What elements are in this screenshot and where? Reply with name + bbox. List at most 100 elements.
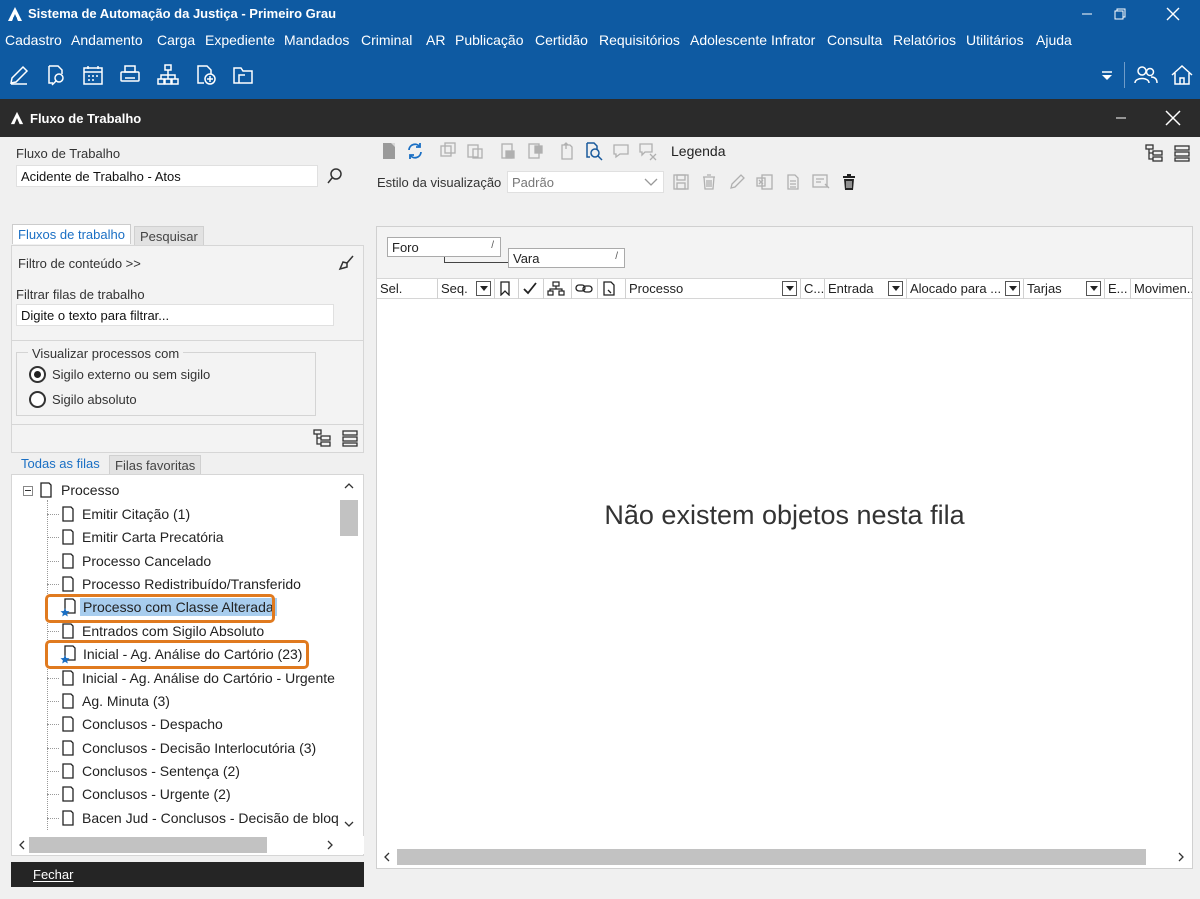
tree-item-conclusos-urgente[interactable]: Conclusos - Urgente (2) (60, 783, 234, 805)
col-processo[interactable]: Processo (626, 279, 801, 299)
toolbar-hierarchy-button[interactable] (155, 62, 181, 88)
filtrar-filas-input[interactable]: Digite o texto para filtrar... (16, 304, 334, 326)
col-bookmark[interactable] (495, 279, 519, 299)
menu-certidao[interactable]: Certidão (535, 32, 588, 48)
col-e[interactable]: E... (1105, 279, 1131, 299)
tree-item-conclusos-despacho[interactable]: Conclusos - Despacho (60, 713, 226, 735)
estilo-select[interactable]: Padrão (507, 171, 664, 193)
col-link[interactable] (572, 279, 598, 299)
toolbar-edit-button[interactable] (6, 62, 32, 88)
list-view-button[interactable] (340, 428, 360, 448)
col-entrada[interactable]: Entrada (825, 279, 907, 299)
col-c[interactable]: C... (801, 279, 825, 299)
restore-button[interactable] (1097, 0, 1143, 28)
col-entrada-filter[interactable] (888, 281, 903, 296)
tab-todas-as-filas[interactable]: Todas as filas (16, 454, 105, 473)
grid-hscroll-thumb[interactable] (397, 849, 1146, 865)
menu-andamento[interactable]: Andamento (71, 32, 143, 48)
save-view-button[interactable] (670, 171, 692, 193)
radio-sigilo-externo[interactable] (29, 366, 46, 383)
right-list-view-button[interactable] (1171, 142, 1193, 164)
workflow-close-button[interactable] (1150, 104, 1196, 132)
group-vara[interactable]: Vara / (508, 248, 625, 268)
tree-item-inicial-analise-cartorio-urgente[interactable]: Inicial - Ag. Análise do Cartório - Urge… (60, 667, 338, 689)
new-queue-button[interactable] (378, 140, 400, 162)
tree-view-button[interactable] (312, 428, 332, 448)
tree-vscroll-thumb[interactable] (340, 500, 358, 536)
tree-item-conclusos-decisao-interlocutoria[interactable]: Conclusos - Decisão Interlocutória (3) (60, 737, 319, 759)
col-tarjas[interactable]: Tarjas (1024, 279, 1105, 299)
tree-item-ag-minuta[interactable]: Ag. Minuta (3) (60, 690, 173, 712)
tab-pesquisar[interactable]: Pesquisar (134, 226, 204, 247)
close-app-button[interactable] (1150, 0, 1196, 28)
menu-mandados[interactable]: Mandados (284, 32, 349, 48)
tree-item-processo-redistribuido[interactable]: Processo Redistribuído/Transferido (60, 573, 304, 595)
tree-item-conclusos-sentenca[interactable]: Conclusos - Sentença (2) (60, 760, 243, 782)
radio-sigilo-absoluto[interactable] (29, 391, 46, 408)
toolbar-action-1[interactable] (437, 140, 459, 162)
toolbar-folder-button[interactable] (230, 62, 256, 88)
menu-cadastro[interactable]: Cadastro (5, 32, 62, 48)
delete-view-button[interactable] (698, 171, 720, 193)
toolbar-users-button[interactable] (1133, 62, 1159, 88)
tree-item-emitir-citacao[interactable]: Emitir Citação (1) (60, 503, 193, 525)
group-foro[interactable]: Foro / (387, 237, 501, 257)
fluxo-input[interactable]: Acidente de Trabalho - Atos (16, 165, 318, 187)
col-sel[interactable]: Sel. (377, 279, 438, 299)
toolbar-print-button[interactable] (117, 62, 143, 88)
tab-fluxos-de-trabalho[interactable]: Fluxos de trabalho (12, 224, 131, 244)
toolbar-comment-button[interactable] (610, 140, 632, 162)
col-tarjas-filter[interactable] (1086, 281, 1101, 296)
tree-hscroll-thumb[interactable] (29, 837, 267, 853)
col-alocado-para[interactable]: Alocado para ... (907, 279, 1024, 299)
menu-carga[interactable]: Carga (157, 32, 195, 48)
filtro-conteudo-toggle[interactable]: Filtro de conteúdo >> (18, 256, 141, 271)
radio-sigilo-absoluto-label[interactable]: Sigilo absoluto (52, 392, 137, 407)
tree-item-emitir-carta-precatoria[interactable]: Emitir Carta Precatória (60, 526, 227, 548)
tree-item-processo-cancelado[interactable]: Processo Cancelado (60, 550, 214, 572)
toolbar-add-document-button[interactable] (193, 62, 219, 88)
menu-consulta[interactable]: Consulta (827, 32, 882, 48)
fechar-button[interactable]: Fechar (11, 862, 364, 887)
col-check[interactable] (519, 279, 544, 299)
toolbar-action-2[interactable] (464, 140, 486, 162)
toolbar-search-button[interactable] (43, 62, 69, 88)
menu-ajuda[interactable]: Ajuda (1036, 32, 1072, 48)
col-movimentacao[interactable]: Movimen... (1131, 279, 1192, 299)
tab-filas-favoritas[interactable]: Filas favoritas (109, 455, 202, 476)
tree-vertical-scrollbar[interactable] (339, 478, 359, 830)
edit-view-button[interactable] (726, 171, 748, 193)
col-hierarchy[interactable] (544, 279, 572, 299)
right-tree-view-button[interactable] (1143, 142, 1165, 164)
menu-requisitorios[interactable]: Requisitórios (599, 32, 680, 48)
workflow-minimize-button[interactable] (1098, 104, 1144, 132)
fluxo-search-button[interactable] (326, 167, 346, 187)
toolbar-home-button[interactable] (1169, 62, 1195, 88)
menu-relatorios[interactable]: Relatórios (893, 32, 956, 48)
col-document[interactable] (598, 279, 626, 299)
menu-expediente[interactable]: Expediente (205, 32, 275, 48)
menu-ar[interactable]: AR (426, 32, 445, 48)
clear-filter-button[interactable] (338, 254, 358, 274)
tree-item-bacen-jud[interactable]: Bacen Jud - Conclusos - Decisão de bloqu… (60, 807, 339, 829)
menu-criminal[interactable]: Criminal (361, 32, 412, 48)
export-list-button[interactable] (782, 171, 804, 193)
tree-horizontal-scrollbar[interactable] (12, 836, 364, 854)
search-document-button[interactable] (583, 140, 605, 162)
grid-horizontal-scrollbar[interactable] (377, 848, 1192, 866)
refresh-button[interactable] (404, 140, 426, 162)
menu-publicacao[interactable]: Publicação (455, 32, 524, 48)
tree-item-entrados-sigilo-absoluto[interactable]: Entrados com Sigilo Absoluto (60, 620, 267, 642)
col-processo-filter[interactable] (782, 281, 797, 296)
toolbar-action-4[interactable] (524, 140, 546, 162)
toolbar-action-5[interactable] (556, 140, 578, 162)
trash-button[interactable] (838, 171, 860, 193)
col-seq[interactable]: Seq. (438, 279, 495, 299)
col-seq-filter[interactable] (476, 281, 491, 296)
menu-adolescente-infrator[interactable]: Adolescente Infrator (690, 32, 815, 48)
export-view-button[interactable] (810, 171, 832, 193)
toolbar-calendar-button[interactable] (80, 62, 106, 88)
tree-collapse-toggle[interactable] (23, 486, 33, 496)
toolbar-dropdown-button[interactable] (1094, 62, 1120, 88)
radio-sigilo-externo-label[interactable]: Sigilo externo ou sem sigilo (52, 367, 210, 382)
